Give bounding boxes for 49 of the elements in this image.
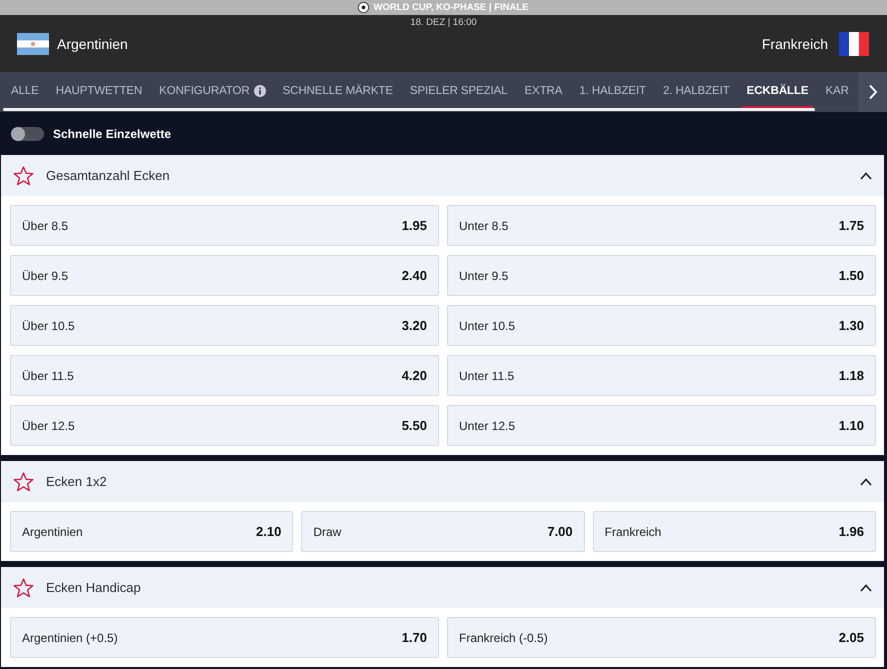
odds-button[interactable]: Über 9.5 2.40 xyxy=(10,255,439,296)
odds-button[interactable]: Frankreich 1.96 xyxy=(592,511,876,552)
market-header[interactable]: Ecken Handicap xyxy=(1,567,884,608)
next-button[interactable] xyxy=(858,72,887,112)
team-name: Argentinien xyxy=(57,36,128,52)
odds-button[interactable]: Unter 9.5 1.50 xyxy=(447,255,876,296)
tab[interactable]: KONFIGURATOR xyxy=(154,72,271,109)
chevron-up-icon[interactable] xyxy=(860,172,872,180)
odds-button[interactable]: Unter 11.5 1.18 xyxy=(447,355,876,396)
star-icon[interactable] xyxy=(13,472,34,492)
match-date: 18. DEZ | 16:00 xyxy=(410,16,477,29)
market-header[interactable]: Gesamtanzahl Ecken xyxy=(1,155,884,196)
tab[interactable]: 2. HALBZEIT xyxy=(658,72,735,109)
soccer-ball-icon xyxy=(358,2,370,13)
odds-button[interactable]: Unter 8.5 1.75 xyxy=(447,205,876,246)
team-name: Frankreich xyxy=(762,36,828,52)
odds-button[interactable]: Argentinien 2.10 xyxy=(10,511,294,552)
market-title: Ecken Handicap xyxy=(46,580,141,595)
chevron-up-icon[interactable] xyxy=(860,478,872,486)
market-header[interactable]: Ecken 1x2 xyxy=(1,461,884,502)
scrollbar[interactable] xyxy=(3,108,815,111)
chevron-up-icon[interactable] xyxy=(860,584,872,592)
market-title: Gesamtanzahl Ecken xyxy=(46,168,170,183)
odds-button[interactable]: Draw 7.00 xyxy=(301,511,585,552)
market-title: Ecken 1x2 xyxy=(46,474,107,489)
tab[interactable]: SPIELER SPEZIAL xyxy=(404,72,512,109)
odds-button[interactable]: Frankreich (-0.5) 2.05 xyxy=(447,617,876,658)
odds-button[interactable]: Unter 10.5 1.30 xyxy=(447,305,876,346)
tab[interactable]: SCHNELLE MÄRKTE xyxy=(278,72,398,109)
odds-button[interactable]: Argentinien (+0.5) 1.70 xyxy=(10,617,439,658)
toggle-switch[interactable] xyxy=(11,126,44,140)
odds-button[interactable]: Über 12.5 5.50 xyxy=(10,405,439,446)
tab[interactable]: HAUPTWETTEN xyxy=(50,72,148,109)
chevron-right-icon xyxy=(868,84,878,100)
flag-icon xyxy=(839,32,869,56)
odds-button[interactable]: Über 11.5 4.20 xyxy=(10,355,439,396)
tab[interactable]: KAR xyxy=(820,72,854,109)
odds-button[interactable]: Über 8.5 1.95 xyxy=(10,205,439,246)
odds-button[interactable]: Über 10.5 3.20 xyxy=(10,305,439,346)
flag-icon xyxy=(17,33,49,55)
info-icon[interactable] xyxy=(254,85,266,97)
star-icon[interactable] xyxy=(13,578,34,598)
toggle-label: Schnelle Einzelwette xyxy=(53,126,172,140)
odds-button[interactable]: Unter 12.5 1.10 xyxy=(447,405,876,446)
star-icon[interactable] xyxy=(13,166,34,186)
tab[interactable]: ALLE xyxy=(6,72,44,109)
tab[interactable]: EXTRA xyxy=(519,72,568,109)
competition-title: WORLD CUP, KO-PHASE | FINALE xyxy=(373,2,528,13)
tab[interactable]: 1. HALBZEIT xyxy=(574,72,651,109)
